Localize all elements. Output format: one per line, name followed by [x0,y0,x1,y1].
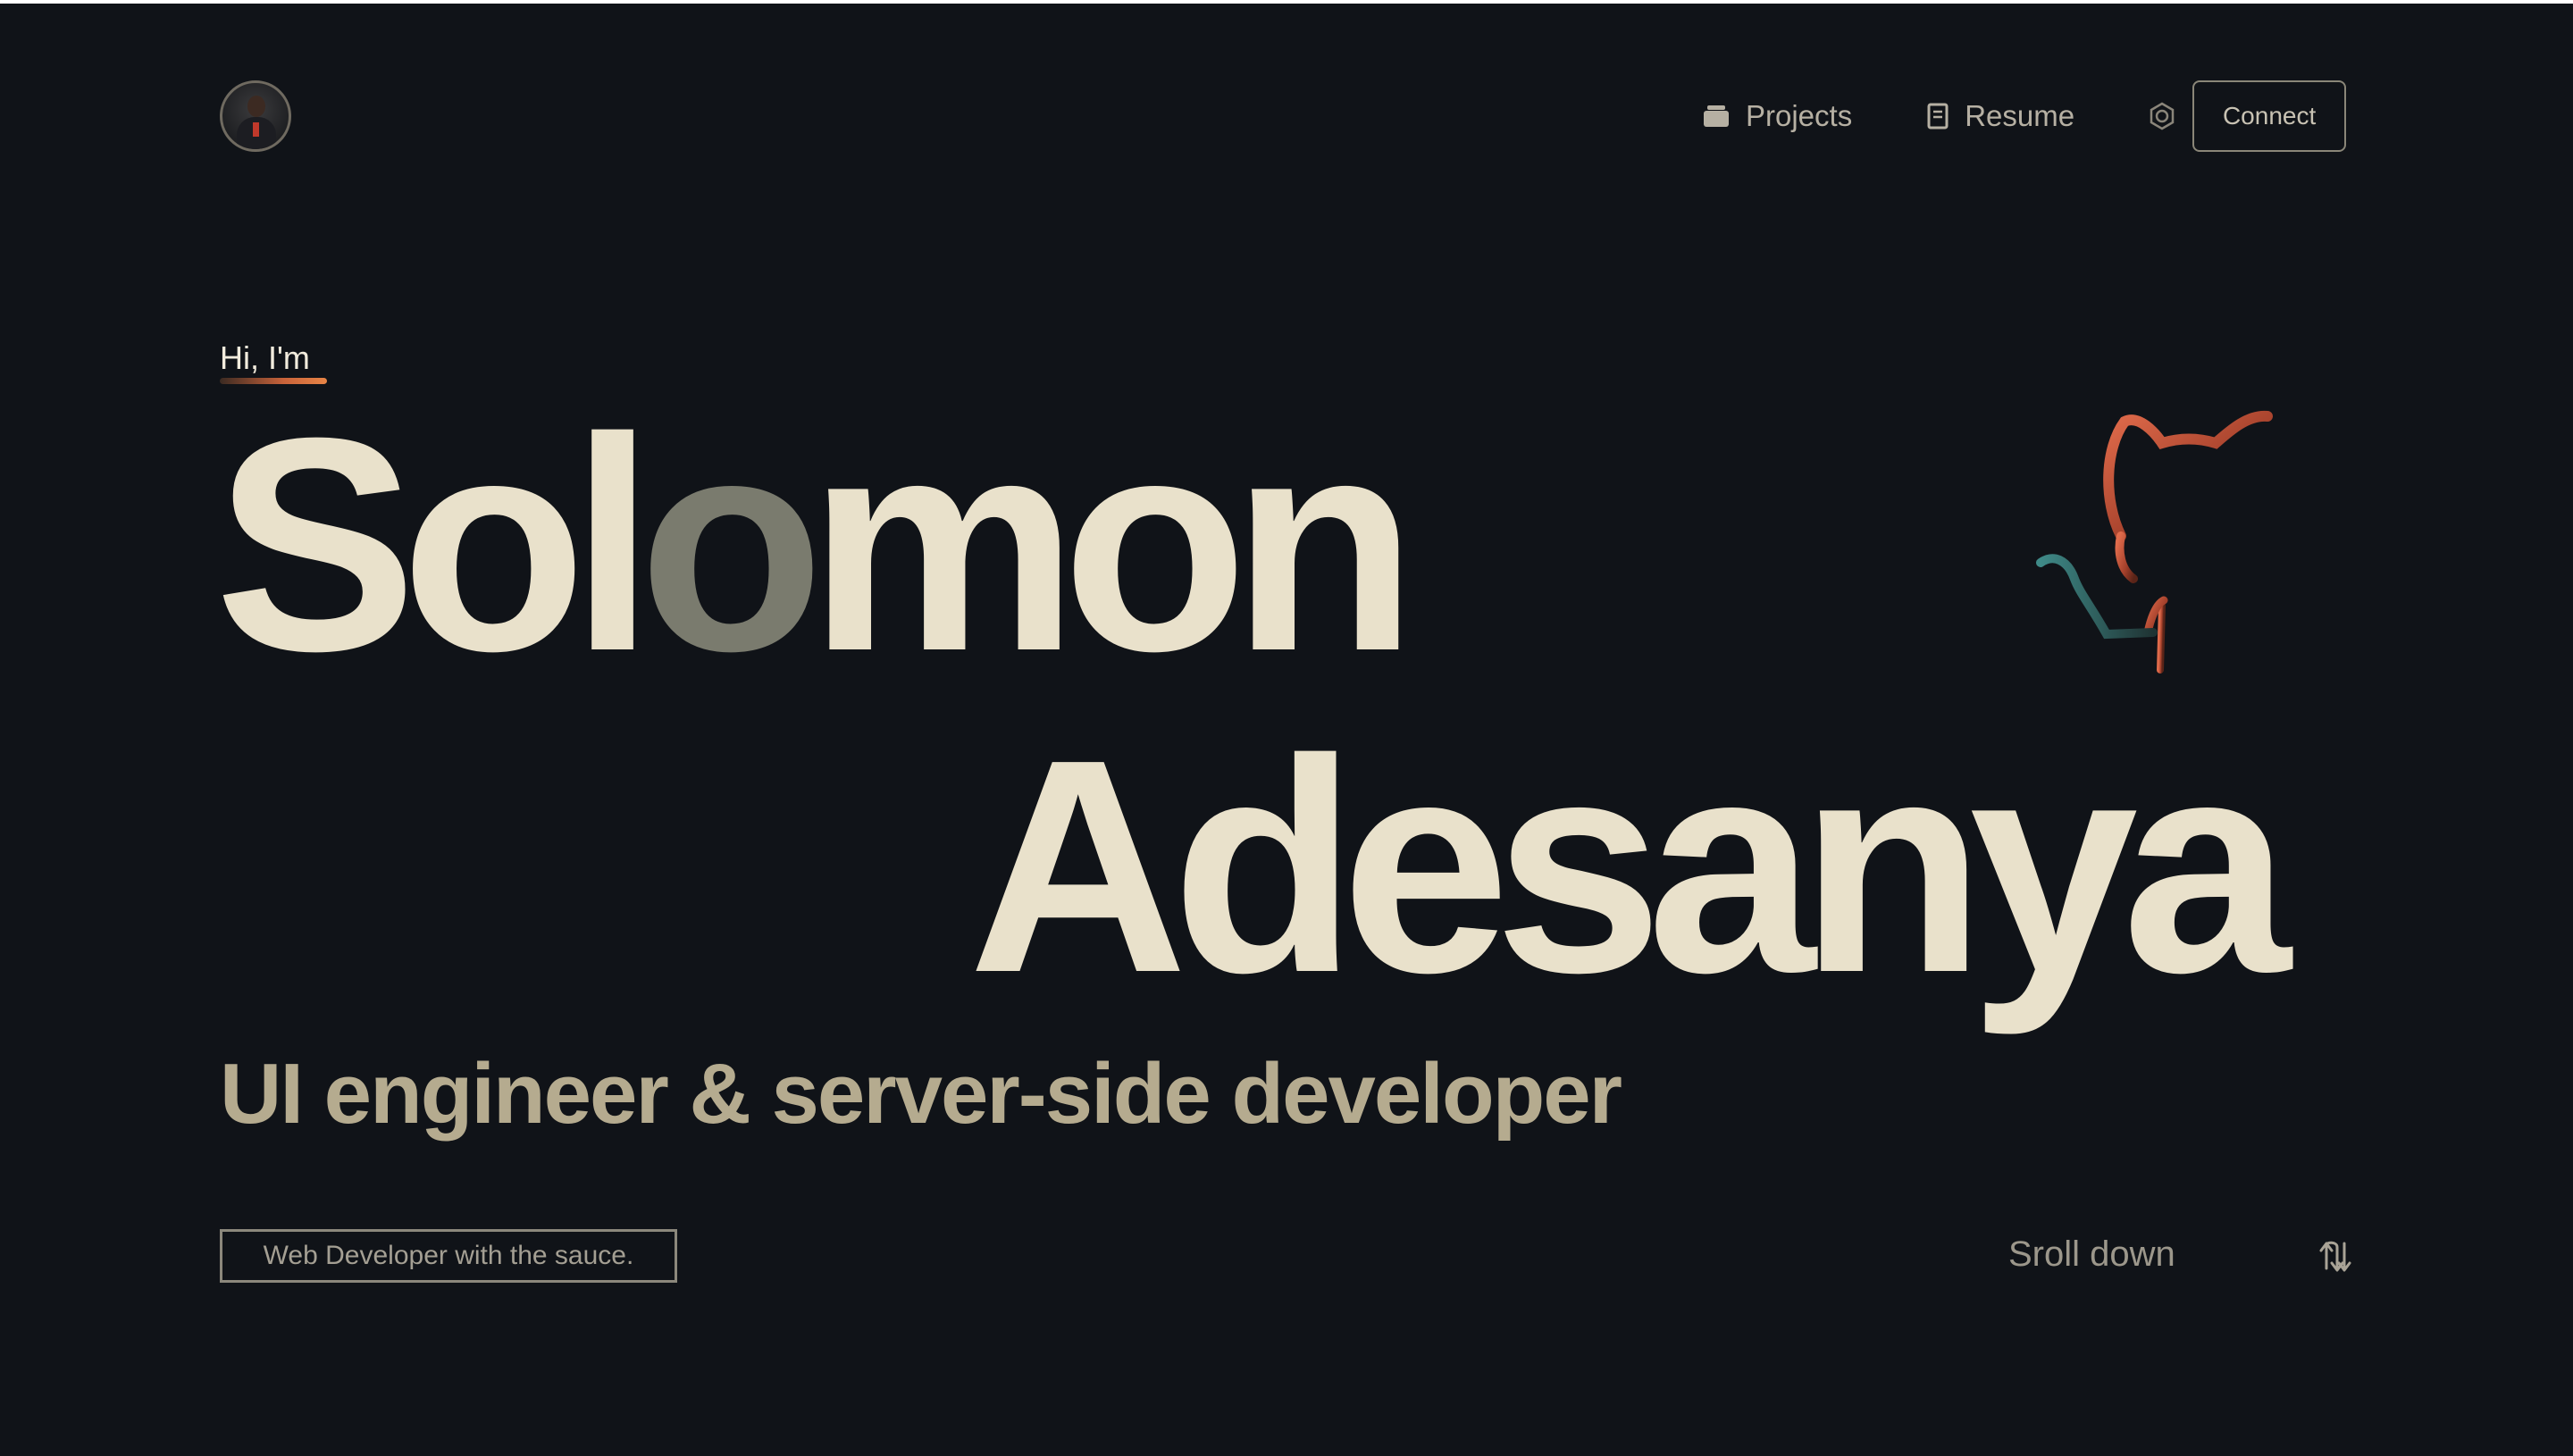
first-name-heading: Solomon [214,393,1417,697]
document-icon [1927,103,1949,130]
top-navigation: Projects Resume Connect [1697,80,2347,152]
avatar[interactable] [220,80,291,152]
briefcase-icon [1703,104,1730,129]
scroll-down-label[interactable]: Sroll down [2008,1234,2175,1275]
first-name-part2: mon [808,375,1418,715]
nav-resume-label: Resume [1965,99,2075,132]
avatar-tie [253,122,259,137]
greeting-text: Hi, I'm [220,339,310,376]
subtitle-badge: Web Developer with the sauce. [220,1229,677,1283]
nav-resume-link[interactable]: Resume [1927,99,2074,133]
role-tagline: UI engineer & server-side developer [220,1046,1622,1142]
nav-projects-label: Projects [1746,99,1853,132]
nav-projects-link[interactable]: Projects [1703,99,1852,133]
octocat-icon [2036,410,2273,674]
last-name-heading: Adesanya [968,697,2291,1036]
avatar-head [247,96,265,117]
top-edge-line [0,0,2573,4]
first-name-part1: Sol [214,375,655,715]
gear-icon[interactable] [2148,102,2176,130]
first-name-highlight: o [638,375,825,715]
scroll-arrows-icon[interactable] [2317,1238,2353,1274]
connect-button[interactable]: Connect [2192,80,2347,152]
